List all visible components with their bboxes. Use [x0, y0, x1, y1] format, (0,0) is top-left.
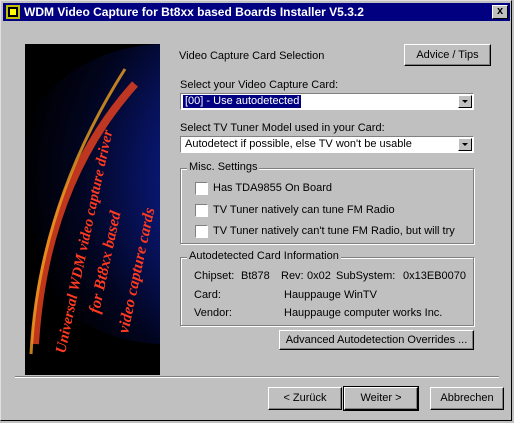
chipset-label: Chipset: — [194, 270, 235, 282]
vendor-value: Hauppauge computer works Inc. — [284, 307, 443, 319]
chevron-down-icon[interactable] — [458, 138, 472, 151]
subsystem-label: SubSystem: — [336, 270, 396, 282]
title-bar: WDM Video Capture for Bt8xx based Boards… — [3, 3, 510, 21]
vendor-label: Vendor: — [194, 307, 232, 319]
fm-radio-try-label: TV Tuner natively can't tune FM Radio, b… — [213, 225, 455, 237]
misc-settings-title: Misc. Settings — [187, 161, 260, 173]
tda9855-label: Has TDA9855 On Board — [213, 182, 333, 194]
fm-radio-try-checkbox[interactable] — [195, 225, 208, 238]
card-select-value: [00] - Use autodetected — [181, 94, 303, 109]
fm-radio-native-checkbox[interactable] — [195, 204, 208, 217]
rev-value: 0x02 — [307, 270, 331, 282]
subsystem-value: 0x13EB0070 — [403, 270, 466, 282]
close-icon: x — [496, 5, 504, 17]
advanced-overrides-button[interactable]: Advanced Autodetection Overrides ... — [279, 330, 474, 350]
chevron-down-icon[interactable] — [458, 95, 472, 108]
rev-label: Rev: — [281, 270, 304, 282]
tuner-select-label: Select TV Tuner Model used in your Card: — [180, 122, 385, 134]
section-title: Video Capture Card Selection — [179, 50, 325, 62]
window-title: WDM Video Capture for Bt8xx based Boards… — [24, 5, 364, 19]
video-capture-card-select[interactable]: [00] - Use autodetected — [180, 93, 474, 110]
tuner-select-value: Autodetect if possible, else TV won't be… — [185, 138, 412, 150]
chipset-value: Bt878 — [241, 270, 270, 282]
installer-window: WDM Video Capture for Bt8xx based Boards… — [0, 0, 512, 421]
autodetected-info-title: Autodetected Card Information — [187, 250, 341, 262]
installer-app-icon — [6, 5, 20, 19]
banner-image: Universal WDM video capture driver for B… — [25, 44, 160, 375]
tda9855-checkbox[interactable] — [195, 182, 208, 195]
cancel-button[interactable]: Abbrechen — [430, 387, 504, 410]
advice-tips-button[interactable]: Advice / Tips — [404, 44, 491, 66]
back-button[interactable]: < Zurück — [268, 387, 342, 410]
close-button[interactable]: x — [492, 5, 508, 19]
next-button[interactable]: Weiter > — [343, 386, 419, 411]
card-label: Card: — [194, 289, 221, 301]
card-select-label: Select your Video Capture Card: — [180, 79, 339, 91]
tv-tuner-select[interactable]: Autodetect if possible, else TV won't be… — [180, 136, 474, 153]
card-value: Hauppauge WinTV — [284, 289, 377, 301]
fm-radio-native-label: TV Tuner natively can tune FM Radio — [213, 204, 395, 216]
footer-separator — [15, 376, 499, 378]
banner-art: Universal WDM video capture driver for B… — [25, 44, 160, 375]
